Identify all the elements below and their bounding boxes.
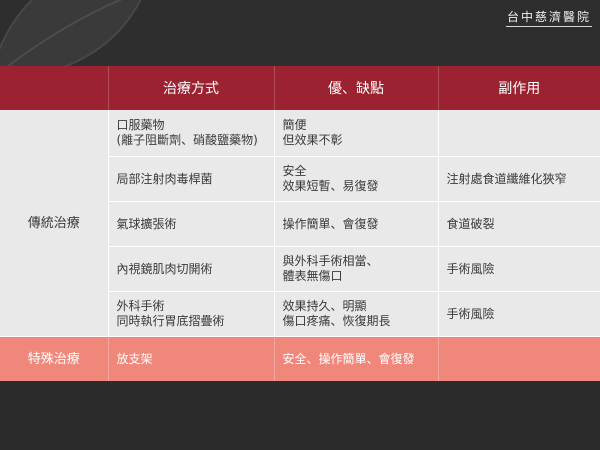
pros-cons-cell: 簡便 但效果不彰 xyxy=(274,110,439,157)
side-effect-cell: 手術風險 xyxy=(438,291,600,337)
method-line: 氣球擴張術 xyxy=(116,216,177,231)
method-line: 同時執行胃底摺疊術 xyxy=(116,314,225,328)
pros-cons-cell: 操作簡單、會復發 xyxy=(274,201,439,247)
method-cell: 局部注射肉毒桿菌 xyxy=(108,156,275,202)
header-side-effects: 副作用 xyxy=(438,66,600,110)
pros-cons-line: 安全 xyxy=(282,164,307,178)
method-line: 外科手術 xyxy=(116,299,165,313)
treatment-comparison-table: 治療方式 優、缺點 副作用 傳統治療 口服藥物 (離子阻斷劑、硝酸鹽藥物) 簡便… xyxy=(0,66,600,381)
category-traditional: 傳統治療 xyxy=(0,110,109,337)
hospital-name: 台中慈濟醫院 xyxy=(506,10,591,24)
pros-cons-line: 體表無傷口 xyxy=(282,269,343,283)
pros-cons-line: 操作簡單、會復發 xyxy=(282,216,379,231)
header-method: 治療方式 xyxy=(108,66,275,110)
pros-cons-line: 效果持久、明顯 xyxy=(282,299,367,313)
method-cell: 外科手術 同時執行胃底摺疊術 xyxy=(108,291,275,337)
pros-cons-line: 傷口疼痛、恢復期長 xyxy=(282,314,391,328)
header-category xyxy=(0,66,109,110)
table-row: 傳統治療 口服藥物 (離子阻斷劑、硝酸鹽藥物) 簡便 但效果不彰 xyxy=(0,110,600,337)
leaf-decoration-icon xyxy=(0,0,142,66)
method-line: 局部注射肉毒桿菌 xyxy=(116,171,213,186)
side-effect-cell: 注射處食道纖維化狹窄 xyxy=(438,156,600,202)
pros-cons-cell: 安全、操作簡單、會復發 xyxy=(274,336,439,381)
side-effect-cell: 食道破裂 xyxy=(438,201,600,247)
pros-cons-cell: 與外科手術相當、 體表無傷口 xyxy=(274,246,439,292)
pros-cons-line: 簡便 xyxy=(282,118,307,132)
method-cell: 口服藥物 (離子阻斷劑、硝酸鹽藥物) xyxy=(108,110,275,157)
table-header-row: 治療方式 優、缺點 副作用 xyxy=(0,66,600,110)
side-effect-cell xyxy=(438,336,600,381)
method-line: 內視鏡肌肉切開術 xyxy=(116,261,213,276)
pros-cons-cell: 安全 效果短暫、易復發 xyxy=(274,156,439,202)
side-effect-cell: 手術風險 xyxy=(438,246,600,292)
pros-cons-line: 與外科手術相當、 xyxy=(282,254,379,268)
method-cell: 放支架 xyxy=(108,336,275,381)
method-cell: 氣球擴張術 xyxy=(108,201,275,247)
slide-header: 台中慈濟醫院 xyxy=(0,0,600,66)
category-special: 特殊治療 xyxy=(0,336,109,381)
pros-cons-cell: 效果持久、明顯 傷口疼痛、恢復期長 xyxy=(274,291,439,337)
method-line: (離子阻斷劑、硝酸鹽藥物) xyxy=(116,133,258,147)
method-cell: 內視鏡肌肉切開術 xyxy=(108,246,275,292)
table-row-special: 特殊治療 放支架 安全、操作簡單、會復發 xyxy=(0,336,600,381)
method-line: 口服藥物 xyxy=(116,118,165,132)
header-pros-cons: 優、缺點 xyxy=(274,66,439,110)
hospital-logo: 台中慈濟醫院 xyxy=(506,6,592,27)
pros-cons-line: 但效果不彰 xyxy=(282,133,343,147)
pros-cons-line: 效果短暫、易復發 xyxy=(282,179,379,193)
side-effect-cell xyxy=(438,110,600,157)
